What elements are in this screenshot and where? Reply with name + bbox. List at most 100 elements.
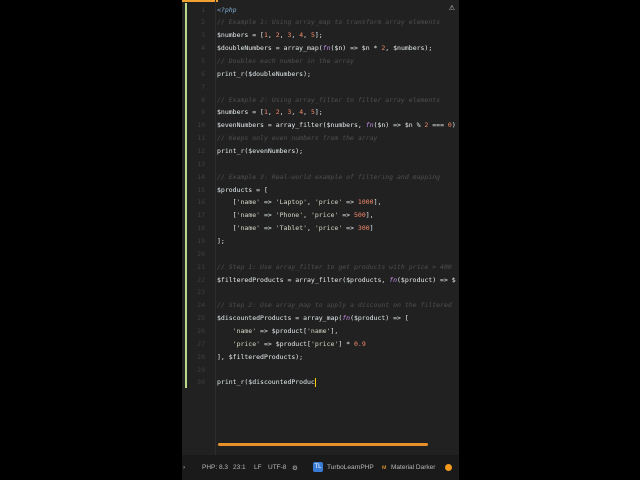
code-token: fn	[365, 121, 374, 130]
code-token: ] *	[338, 339, 354, 348]
cursor-position[interactable]: 23:1	[233, 464, 246, 471]
theme-name[interactable]: Material Darker	[391, 464, 435, 471]
code-token: ,	[267, 31, 276, 40]
line-number: 8	[201, 95, 205, 104]
code-line[interactable]: 14 // Example 3: Real-world example of fi…	[182, 171, 459, 184]
code-line[interactable]: 18 ['name' => 'Tablet', 'price' => 300]	[182, 222, 459, 235]
code-line[interactable]: 9 $numbers = [1, 2, 3, 4, 5];	[182, 106, 459, 119]
code-line[interactable]: 2 // Example 1: Using array_map to transf…	[182, 16, 459, 29]
notification-icon[interactable]	[445, 464, 452, 471]
line-number: 28	[197, 352, 205, 361]
code-line[interactable]: 15 $products = [	[182, 184, 459, 197]
code-token: // Step 1: Use array_filter to get produ…	[217, 262, 452, 271]
code-line[interactable]: 5 // Doubles each number in the array	[182, 55, 459, 68]
text-cursor	[314, 377, 316, 387]
code-line[interactable]: 26 'name' => $product['name'],	[182, 325, 459, 338]
file-encoding[interactable]: UTF-8	[268, 464, 286, 471]
code-line[interactable]: 4 $doubleNumbers = array_map(fn($n) => $n…	[182, 42, 459, 55]
code-line[interactable]: 1 <?php	[182, 4, 459, 17]
code-token: =>	[260, 224, 276, 233]
code-line[interactable]: 24 // Step 2: Use array_map to apply a di…	[182, 299, 459, 312]
code-line[interactable]: 11 // Keeps only even numbers from the ar…	[182, 132, 459, 145]
code-token: ],	[330, 327, 339, 335]
code-token: <?php	[217, 5, 237, 14]
code-line[interactable]: 25 $discountedProducts = array_map(fn($pr…	[182, 312, 459, 325]
line-number: 17	[197, 211, 205, 220]
code-token: 'price'	[310, 211, 339, 220]
code-line[interactable]: 13	[182, 158, 459, 171]
code-token: ];	[217, 236, 225, 245]
line-number: 2	[201, 18, 205, 27]
code-line[interactable]: 12 print_r($evenNumbers);	[182, 145, 459, 158]
line-number: 11	[197, 134, 205, 143]
code-token: // Example 1: Using array_map to transfo…	[217, 18, 441, 27]
line-number: 16	[197, 198, 205, 207]
line-number: 19	[197, 236, 205, 245]
line-number: 1	[201, 5, 205, 14]
line-number: 30	[197, 378, 205, 387]
code-token: =>	[338, 211, 355, 220]
code-token: 'price'	[232, 339, 261, 348]
line-number: 24	[197, 301, 205, 310]
line-ending[interactable]: LF	[254, 464, 262, 471]
code-line[interactable]: 23	[182, 286, 459, 299]
warning-icon[interactable]: ⚠	[449, 4, 455, 12]
code-editor[interactable]: 1 <?php 2 // Example 1: Using array_map to …	[182, 0, 459, 455]
code-line[interactable]: 17 ['name' => 'Phone', 'price' => 500],	[182, 209, 459, 222]
settings-icon[interactable]: ⚙	[292, 464, 298, 472]
code-text: $evenNumbers = array_filter($numbers, fn…	[217, 119, 456, 132]
code-line[interactable]: 28], $filteredProducts);	[182, 351, 459, 364]
code-line[interactable]: 30 print_r($discountedProduc	[182, 376, 459, 389]
code-text: <?php	[217, 4, 237, 17]
line-number: 18	[197, 224, 205, 233]
code-token: =>	[260, 198, 276, 207]
code-token: print_r($discountedProduc	[217, 378, 315, 387]
code-text: $numbers = [1, 2, 3, 4, 5];	[217, 106, 323, 119]
code-token: ($product) => [	[350, 314, 409, 323]
code-token: 'Phone'	[275, 211, 304, 220]
code-token: $numbers = [	[217, 108, 264, 117]
code-text: 'name' => $product['name'],	[217, 325, 339, 338]
code-token: ,	[307, 224, 315, 233]
code-line[interactable]: 20	[182, 248, 459, 261]
code-token: ,	[303, 31, 311, 40]
code-token: ===	[428, 121, 448, 130]
line-number: 29	[197, 365, 205, 374]
code-text: $doubleNumbers = array_map(fn($n) => $n …	[217, 42, 432, 55]
code-token: )	[451, 121, 456, 130]
code-token: ],	[365, 211, 374, 220]
plugin-name[interactable]: TurboLearnPHP	[327, 464, 374, 471]
code-text: ];	[217, 235, 225, 248]
code-token: => $product[	[256, 327, 308, 335]
code-line[interactable]: 3 $numbers = [1, 2, 3, 4, 5];	[182, 29, 459, 42]
code-line[interactable]: 7	[182, 81, 459, 94]
code-token: ,	[307, 198, 315, 207]
code-line[interactable]: 19];	[182, 235, 459, 248]
line-number: 3	[201, 31, 205, 40]
code-token: =>	[342, 198, 358, 207]
code-line[interactable]: 6 print_r($doubleNumbers);	[182, 68, 459, 81]
code-line[interactable]: 27 'price' => $product['price'] * 0.9	[182, 338, 459, 351]
code-line[interactable]: 29	[182, 364, 459, 377]
code-line[interactable]: 21 // Step 1: Use array_filter to get pro…	[182, 261, 459, 274]
line-number: 27	[197, 339, 205, 348]
php-version[interactable]: PHP: 8.3	[202, 464, 228, 471]
code-line[interactable]: 16 ['name' => 'Laptop', 'price' => 1000]…	[182, 196, 459, 209]
code-token: 0.9	[354, 339, 366, 348]
line-number: 21	[197, 262, 205, 271]
code-line[interactable]: 8 // Example 2: Using array_filter to fil…	[182, 94, 459, 107]
code-token: fn	[389, 275, 398, 284]
line-number: 13	[197, 159, 205, 168]
horizontal-scrollbar[interactable]	[218, 443, 428, 446]
code-line[interactable]: 22 $filteredProducts = array_filter($prod…	[182, 274, 459, 287]
code-text: ['name' => 'Phone', 'price' => 500],	[217, 209, 374, 222]
code-line[interactable]: 10 $evenNumbers = array_filter($numbers, …	[182, 119, 459, 132]
code-token: // Example 3: Real-world example of filt…	[217, 172, 441, 181]
code-token: =>	[260, 211, 276, 220]
line-number: 9	[201, 108, 205, 117]
code-token: ,	[267, 108, 276, 117]
status-bar: › PHP: 8.3 23:1 LF UTF-8 ⚙ TL TurboLearn…	[182, 455, 459, 480]
code-text: $numbers = [1, 2, 3, 4, 5];	[217, 29, 323, 42]
code-text: // Doubles each number in the array	[217, 55, 354, 68]
